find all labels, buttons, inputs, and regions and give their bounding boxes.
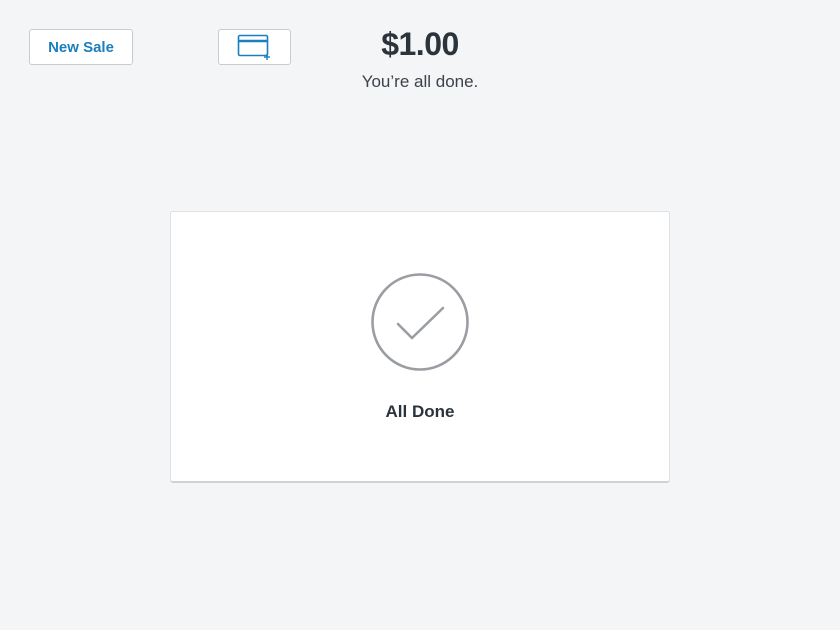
checkmark-circle-icon: [371, 273, 469, 371]
status-subtitle: You’re all done.: [361, 72, 479, 91]
all-done-label: All Done: [385, 402, 455, 421]
completion-card: All Done: [170, 211, 670, 483]
sale-amount: $1.00: [381, 26, 459, 62]
